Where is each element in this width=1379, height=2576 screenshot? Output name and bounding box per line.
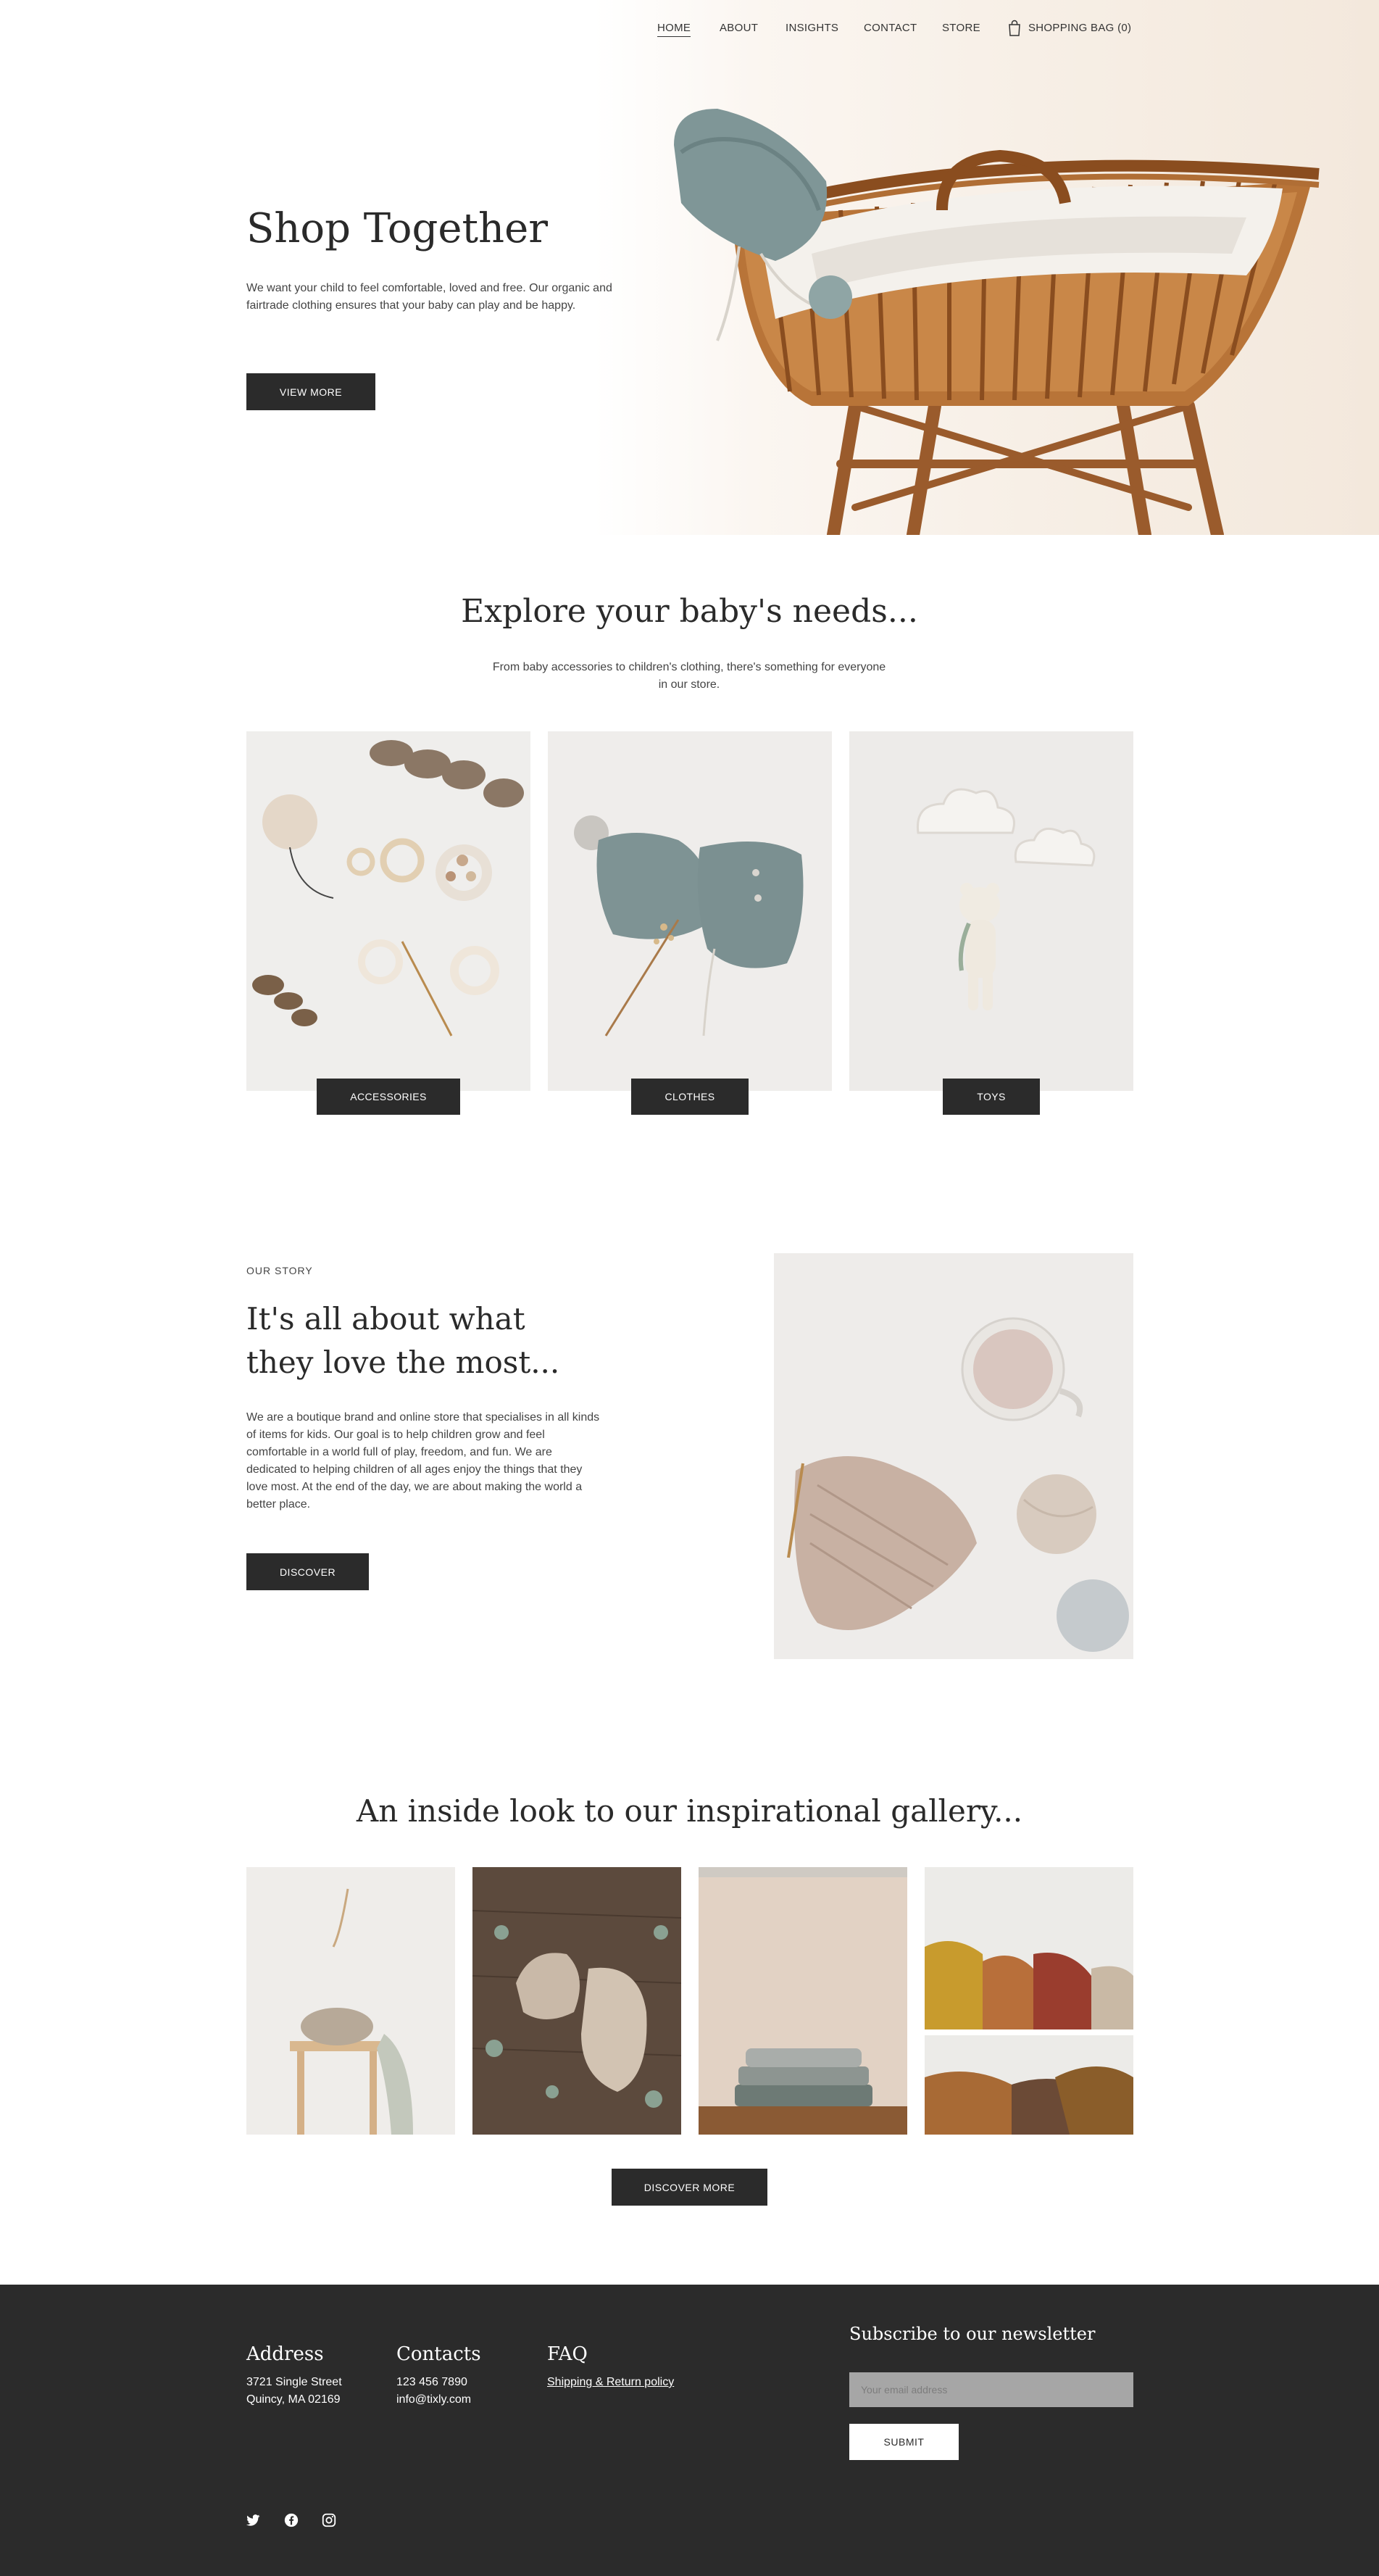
toys-button[interactable]: TOYS — [943, 1079, 1040, 1115]
nav-about[interactable]: ABOUT — [720, 22, 758, 34]
gallery-image-3[interactable] — [699, 1867, 907, 2135]
view-more-button[interactable]: VIEW MORE — [246, 373, 375, 410]
clothes-button[interactable]: CLOTHES — [631, 1079, 749, 1115]
hero-text: We want your child to feel comfortable, … — [246, 282, 612, 312]
nav-contact[interactable]: CONTACT — [864, 22, 917, 34]
submit-button[interactable]: SUBMIT — [849, 2424, 959, 2460]
story-eyebrow: OUR STORY — [246, 1265, 313, 1276]
footer-contacts-title: Contacts — [396, 2343, 481, 2365]
story-title: It's all about what they love the most..… — [246, 1301, 560, 1380]
hero-section: Shop Together We want your child to feel… — [0, 0, 1379, 535]
hero-title: Shop Together — [246, 205, 548, 252]
twitter-icon[interactable] — [245, 2512, 262, 2530]
story-image-knitting — [774, 1253, 1133, 1659]
discover-more-button[interactable]: DISCOVER MORE — [612, 2169, 767, 2206]
footer-address-title: Address — [246, 2343, 324, 2365]
accessories-button[interactable]: ACCESSORIES — [317, 1079, 460, 1115]
hero-image-bassinet — [594, 0, 1379, 535]
footer-phone[interactable]: 123 456 7890 — [396, 2374, 467, 2391]
category-tile-clothes[interactable] — [548, 731, 832, 1091]
footer — [0, 2285, 1379, 2576]
footer-email[interactable]: info@tixly.com — [396, 2391, 471, 2409]
gallery-image-1[interactable] — [246, 1867, 455, 2135]
shopping-bag-link[interactable]: SHOPPING BAG (0) — [1028, 22, 1131, 34]
nav-home[interactable]: HOME — [657, 22, 691, 37]
main-nav: HOME ABOUT INSIGHTS CONTACT STORE SHOPPI… — [0, 20, 1379, 41]
explore-title: Explore your baby's needs... — [461, 593, 918, 630]
footer-address-line1: 3721 Single Street — [246, 2376, 342, 2388]
shipping-return-link[interactable]: Shipping & Return policy — [547, 2374, 674, 2391]
category-tile-accessories[interactable] — [246, 731, 530, 1091]
explore-subtitle: From baby accessories to children's clot… — [492, 661, 886, 691]
category-tile-toys[interactable] — [849, 731, 1133, 1091]
facebook-icon[interactable] — [283, 2512, 301, 2530]
shopping-bag-icon[interactable] — [1007, 20, 1022, 41]
nav-store[interactable]: STORE — [942, 22, 980, 34]
newsletter-title: Subscribe to our newsletter — [849, 2324, 1096, 2344]
newsletter-email-input[interactable] — [849, 2372, 1133, 2407]
instagram-icon[interactable] — [321, 2512, 338, 2530]
discover-button[interactable]: DISCOVER — [246, 1553, 369, 1590]
gallery-image-4[interactable] — [925, 1867, 1133, 2135]
footer-address-line2: Quincy, MA 02169 — [246, 2393, 341, 2406]
gallery-title: An inside look to our inspirational gall… — [356, 1793, 1023, 1829]
gallery-image-2[interactable] — [472, 1867, 681, 2135]
nav-insights[interactable]: INSIGHTS — [786, 22, 838, 34]
footer-faq-title: FAQ — [547, 2343, 588, 2365]
story-text: We are a boutique brand and online store… — [246, 1411, 600, 1511]
